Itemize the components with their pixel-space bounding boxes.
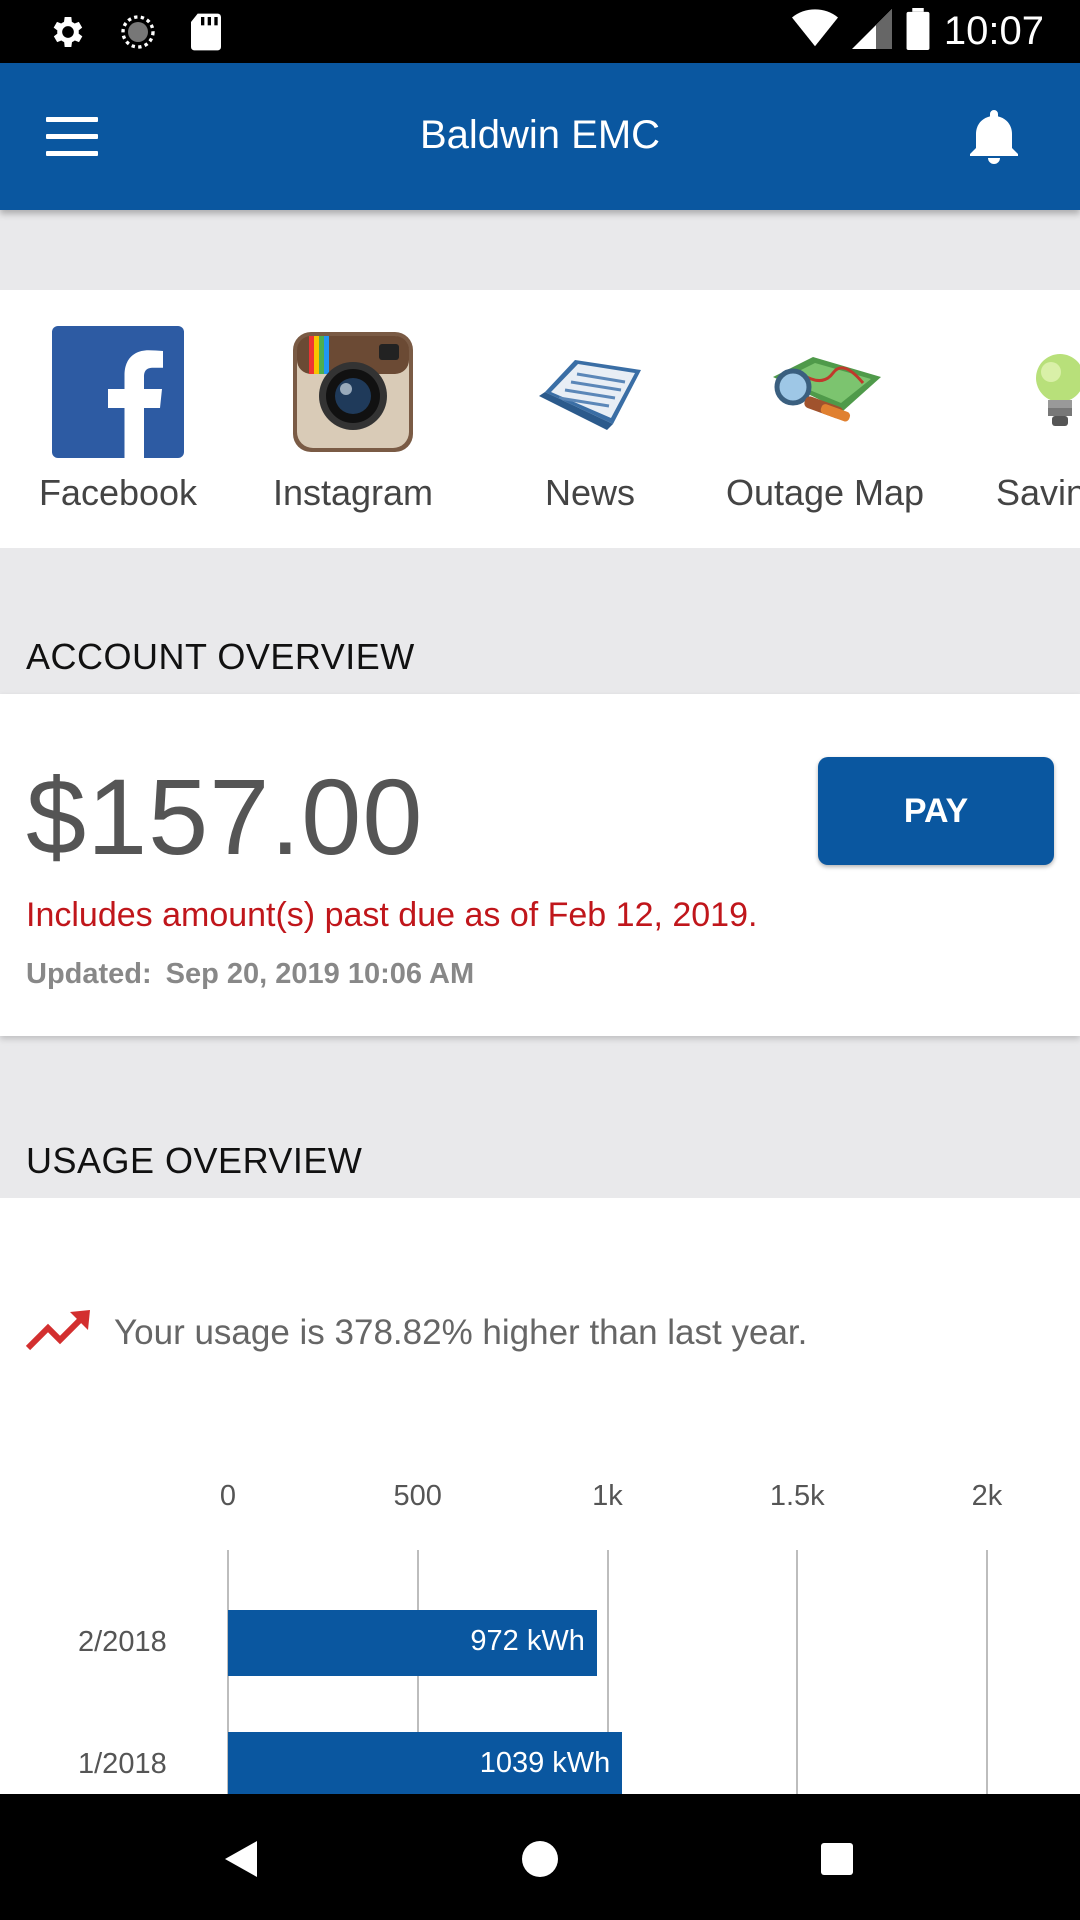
app-title: Baldwin EMC [419,113,661,157]
y-category-label: 2/2018 [78,1626,167,1658]
updated-label: Updated: [26,958,152,990]
quick-link-instagram[interactable]: Instagram [243,326,463,514]
updated-value: Sep 20, 2019 10:06 AM [165,958,475,990]
status-bar: 10:07 [0,0,1080,63]
quick-link-savings[interactable]: Savings [950,326,1080,514]
quick-link-facebook[interactable]: Facebook [8,326,228,514]
account-overview-heading: ACCOUNT OVERVIEW [26,636,415,677]
sd-card-icon [188,12,224,57]
system-nav-bar [0,1794,1080,1920]
quick-link-label: Instagram [272,472,434,513]
settings-gear-icon [48,12,88,57]
balance-amount: $157.00 [26,756,424,877]
quick-links-row: Facebook Instagram News Outage Map Savin… [0,290,1080,548]
quick-link-label: Savings [995,472,1080,513]
quick-link-label: Facebook [38,472,198,513]
chart-grid-line [986,1550,988,1794]
x-tick-label: 2k [971,1480,1003,1512]
bar-value-label: 1039 kWh [479,1747,611,1779]
sync-circle-icon [118,12,158,57]
back-nav-icon[interactable] [216,1834,266,1884]
wifi-icon [791,9,838,54]
quick-link-label: Outage Map [725,472,925,513]
updated-timestamp: Updated: Sep 20, 2019 10:06 AM [26,958,474,991]
x-tick-label: 0 [219,1480,237,1512]
usage-bar-chart: 0 500 1k 1.5k 2k 2/2018 972 kWh 1/2018 1039 kWh [0,1198,1080,1794]
cell-signal-icon [851,9,892,54]
status-time: 10:07 [943,9,1044,53]
usage-bar[interactable]: 1039 kWh [228,1732,623,1794]
pay-button[interactable]: PAY [818,757,1054,865]
lightbulb-icon [994,326,1080,458]
app-bar: Baldwin EMC [0,63,1080,210]
app-screen: 10:07 Baldwin EMC Facebook Instagram New… [0,0,1080,1920]
x-tick-label: 1k [592,1480,623,1512]
newspaper-icon [524,326,656,458]
notification-bell-icon[interactable] [970,108,1018,164]
usage-overview-card: Your usage is 378.82% higher than last y… [0,1198,1080,1794]
map-icon [759,326,891,458]
home-nav-icon[interactable] [515,1834,565,1884]
x-tick-label: 500 [393,1480,442,1512]
bar-value-label: 972 kWh [470,1625,585,1657]
past-due-notice: Includes amount(s) past due as of Feb 12… [26,896,758,934]
quick-link-outage-map[interactable]: Outage Map [715,326,935,514]
quick-link-label: News [544,472,636,513]
recents-nav-icon[interactable] [812,1834,862,1884]
facebook-icon [52,326,184,458]
usage-overview-heading: USAGE OVERVIEW [26,1140,363,1181]
chart-grid-line [796,1550,799,1794]
battery-icon [906,8,930,55]
usage-bar[interactable]: 972 kWh [228,1610,597,1676]
instagram-icon [287,326,419,458]
quick-link-news[interactable]: News [480,326,700,514]
y-category-label: 1/2018 [78,1748,167,1780]
account-overview-card: $157.00 PAY Includes amount(s) past due … [0,694,1080,1036]
x-tick-label: 1.5k [769,1480,825,1512]
